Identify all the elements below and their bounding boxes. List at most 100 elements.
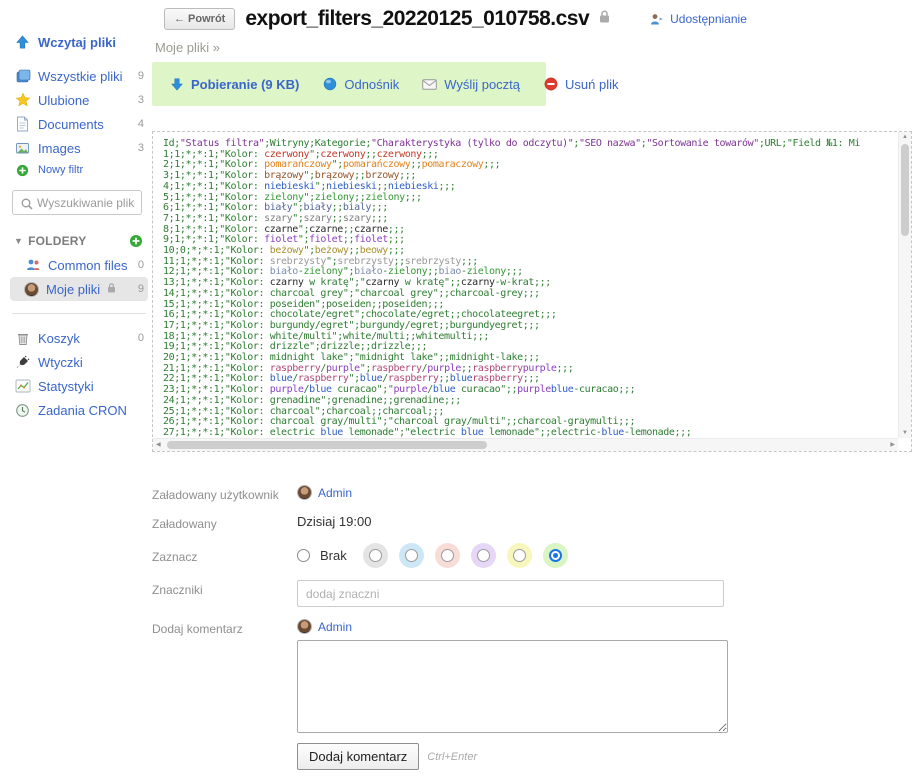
- sidebar-folder-my-files[interactable]: Moje pliki 9: [10, 277, 148, 301]
- back-button[interactable]: ← Powrót: [164, 8, 235, 30]
- sidebar-item-label: Moje pliki: [46, 282, 100, 297]
- file-preview-panel: Id;"Status filtra";Witryny;Kategorie;"Ch…: [152, 131, 912, 452]
- uploaded-label: Załadowany: [152, 514, 297, 531]
- sidebar-item-plugins[interactable]: Wtyczki: [10, 350, 148, 374]
- add-comment-button[interactable]: Dodaj komentarz: [297, 743, 419, 770]
- item-count: 3: [138, 94, 144, 106]
- item-count: 9: [138, 283, 144, 295]
- sidebar-item-images[interactable]: Images 3: [10, 136, 148, 160]
- mark-color-radio[interactable]: [543, 543, 568, 568]
- page-header: ← Powrót export_filters_20220125_010758.…: [164, 7, 747, 31]
- scroll-up-icon[interactable]: ▲: [902, 134, 908, 140]
- sidebar-item-label: Zadania CRON: [38, 403, 127, 418]
- link-button[interactable]: Odnośnik: [321, 76, 399, 93]
- chevron-down-icon[interactable]: ▼: [14, 236, 23, 246]
- sidebar-item-label: Wczytaj pliki: [38, 35, 116, 50]
- mark-radio-circle: [441, 549, 454, 562]
- mark-radio-circle: [405, 549, 418, 562]
- images-icon: [14, 140, 31, 157]
- item-count: 3: [138, 142, 144, 154]
- comment-textarea[interactable]: [297, 640, 728, 733]
- download-icon: [168, 76, 185, 93]
- search-icon: [18, 195, 35, 212]
- send-mail-button[interactable]: Wyślij pocztą: [421, 76, 520, 93]
- page-title: export_filters_20220125_010758.csv: [245, 7, 589, 31]
- item-count: 0: [138, 259, 144, 271]
- file-toolbar: Pobieranie (9 KB) Odnośnik Wyślij pocztą…: [152, 62, 546, 106]
- mark-color-radio[interactable]: [435, 543, 460, 568]
- sidebar-item-label: Common files: [48, 258, 127, 273]
- comment-row: Dodaj komentarz Admin Dodaj komentarz Ct…: [152, 619, 752, 770]
- document-icon: [14, 116, 31, 133]
- sidebar-item-label: Nowy filtr: [38, 164, 83, 176]
- uploader-user-link[interactable]: Admin: [318, 486, 352, 500]
- avatar: [24, 282, 39, 297]
- sidebar: Wczytaj pliki Wszystkie pliki 9 Ulubione…: [10, 30, 148, 422]
- sidebar-item-favorites[interactable]: Ulubione 3: [10, 88, 148, 112]
- sidebar-item-trash[interactable]: Koszyk 0: [10, 326, 148, 350]
- avatar: [297, 619, 312, 634]
- sidebar-item-upload[interactable]: Wczytaj pliki: [10, 30, 148, 54]
- trash-icon: [14, 330, 31, 347]
- download-button[interactable]: Pobieranie (9 KB): [168, 76, 299, 93]
- share-link[interactable]: Udostępnianie: [648, 11, 747, 28]
- horizontal-scrollbar[interactable]: ◀ ▶: [153, 438, 898, 451]
- scroll-left-icon[interactable]: ◀: [156, 442, 161, 448]
- mark-radio-circle: [369, 549, 382, 562]
- sidebar-item-label: Ulubione: [38, 93, 89, 108]
- mark-color-options: [363, 543, 568, 568]
- sidebar-item-label: Documents: [38, 117, 104, 132]
- lock-icon: [599, 10, 610, 28]
- scroll-right-icon[interactable]: ▶: [890, 442, 895, 448]
- delete-label: Usuń plik: [565, 77, 618, 92]
- search-box: [12, 190, 148, 215]
- vertical-scrollbar[interactable]: ▲ ▼: [898, 132, 911, 438]
- comment-user-link[interactable]: Admin: [318, 620, 352, 634]
- item-count: 0: [138, 332, 144, 344]
- mark-color-radio[interactable]: [507, 543, 532, 568]
- sidebar-item-new-filter[interactable]: Nowy filtr: [10, 160, 148, 180]
- lock-icon: [107, 283, 116, 296]
- horizontal-scrollbar-thumb[interactable]: [167, 441, 487, 449]
- uploaded-row: Załadowany Dzisiaj 19:00: [152, 514, 752, 531]
- mark-none-radio[interactable]: [297, 549, 310, 562]
- plug-icon: [14, 354, 31, 371]
- delete-file-button[interactable]: Usuń plik: [542, 76, 618, 93]
- sidebar-item-label: Wszystkie pliki: [38, 69, 123, 84]
- submit-hint: Ctrl+Enter: [427, 751, 477, 763]
- mark-color-radio[interactable]: [363, 543, 388, 568]
- item-count: 9: [138, 70, 144, 82]
- uploaded-value: Dzisiaj 19:00: [297, 514, 371, 529]
- mark-color-radio[interactable]: [399, 543, 424, 568]
- comment-label: Dodaj komentarz: [152, 619, 297, 636]
- folders-header: ▼ FOLDERY: [10, 229, 148, 253]
- all-files-icon: [14, 68, 31, 85]
- link-label: Odnośnik: [344, 77, 399, 92]
- sidebar-item-all-files[interactable]: Wszystkie pliki 9: [10, 64, 148, 88]
- users-icon: [24, 257, 41, 274]
- download-label: Pobieranie (9 KB): [191, 77, 299, 92]
- mark-row: Zaznacz Brak: [152, 543, 752, 568]
- mark-color-radio[interactable]: [471, 543, 496, 568]
- sidebar-item-label: Images: [38, 141, 81, 156]
- mail-label: Wyślij pocztą: [444, 77, 520, 92]
- mark-radio-circle: [513, 549, 526, 562]
- upload-icon: [14, 34, 31, 51]
- item-count: 4: [138, 118, 144, 130]
- share-icon: [648, 11, 665, 28]
- sidebar-item-documents[interactable]: Documents 4: [10, 112, 148, 136]
- sidebar-item-cron-tasks[interactable]: Zadania CRON: [10, 398, 148, 422]
- scroll-down-icon[interactable]: ▼: [902, 430, 908, 436]
- uploader-label: Załadowany użytkownik: [152, 485, 297, 502]
- sidebar-folder-common-files[interactable]: Common files 0: [10, 253, 148, 277]
- globe-icon: [321, 76, 338, 93]
- share-link-label: Udostępnianie: [670, 12, 747, 26]
- star-icon: [14, 92, 31, 109]
- vertical-scrollbar-thumb[interactable]: [901, 144, 909, 236]
- tags-input[interactable]: [297, 580, 724, 607]
- add-folder-button[interactable]: [127, 233, 144, 250]
- sidebar-item-statistics[interactable]: Statystyki: [10, 374, 148, 398]
- mark-label: Zaznacz: [152, 547, 297, 564]
- breadcrumb[interactable]: Moje pliki »: [155, 40, 220, 55]
- stats-icon: [14, 378, 31, 395]
